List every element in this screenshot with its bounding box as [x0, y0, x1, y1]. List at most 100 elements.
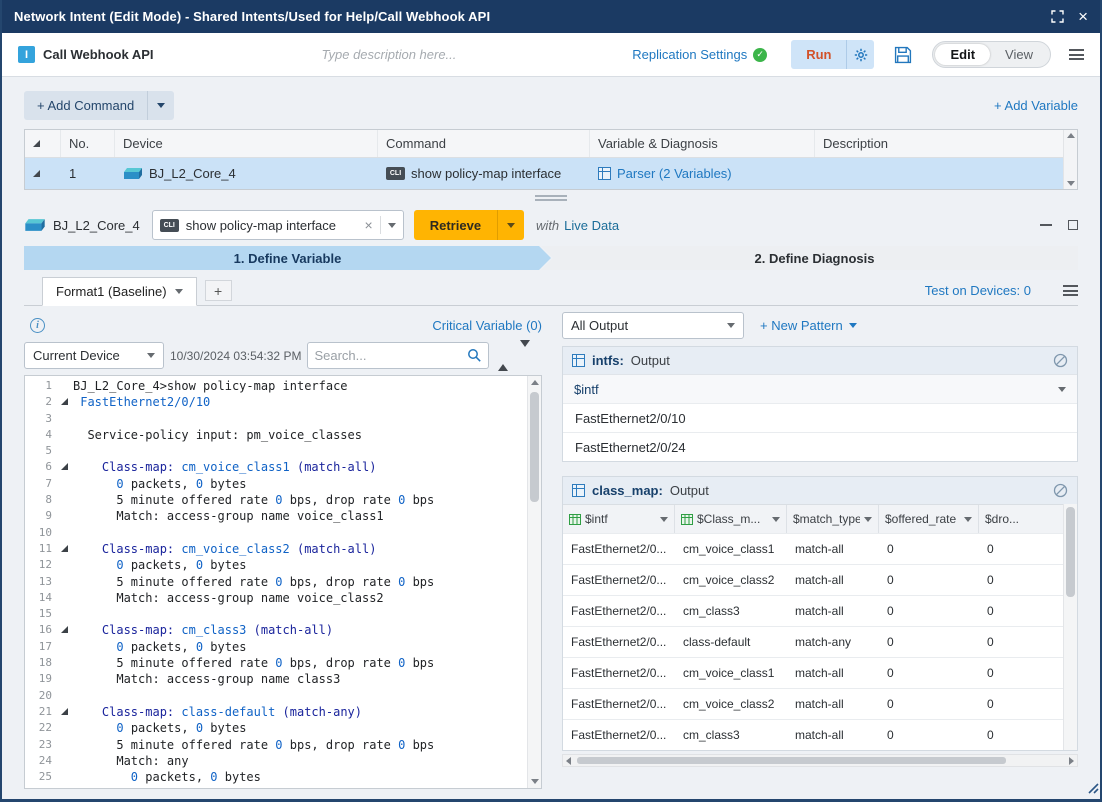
step-define-variable[interactable]: 1. Define Variable [24, 246, 551, 270]
code-line: 7 0 packets, 0 bytes [25, 476, 527, 492]
code-vertical-scrollbar[interactable] [527, 376, 541, 788]
scrollbar-thumb[interactable] [530, 392, 539, 502]
test-on-devices-link[interactable]: Test on Devices: 0 [925, 283, 1031, 298]
run-button-label[interactable]: Run [791, 47, 846, 62]
class-map-cell: match-all [787, 658, 879, 688]
fold-toggle-icon[interactable] [59, 704, 73, 720]
close-icon[interactable]: × [1078, 8, 1088, 25]
retrieve-label[interactable]: Retrieve [414, 210, 497, 240]
collapse-row-icon[interactable] [33, 170, 40, 177]
scroll-left-icon[interactable] [566, 757, 571, 765]
save-icon[interactable] [894, 46, 912, 64]
step-define-diagnosis[interactable]: 2. Define Diagnosis [541, 246, 1078, 270]
class-map-row[interactable]: FastEthernet2/0...cm_class3match-all00 [563, 595, 1063, 626]
column-header-class-map[interactable]: $Class_m... [675, 505, 787, 533]
scroll-up-icon[interactable] [531, 380, 539, 385]
class-map-row[interactable]: FastEthernet2/0...cm_voice_class1match-a… [563, 657, 1063, 688]
tab-format1-baseline[interactable]: Format1 (Baseline) [42, 277, 197, 306]
scroll-right-icon[interactable] [1069, 757, 1074, 765]
add-command-label[interactable]: + Add Command [24, 98, 147, 113]
scroll-up-icon[interactable] [1067, 133, 1075, 138]
circle-slash-icon[interactable] [1053, 353, 1068, 368]
chevron-down-icon[interactable] [727, 323, 735, 328]
chevron-down-icon[interactable] [147, 91, 174, 120]
scrollbar-thumb[interactable] [1066, 507, 1075, 597]
column-header-drop-rate[interactable]: $dro... [979, 505, 1063, 533]
critical-variable-link[interactable]: Critical Variable (0) [432, 318, 542, 333]
window-resize-grip[interactable] [1087, 781, 1099, 799]
line-number: 1 [25, 378, 59, 394]
output-filter-dropdown[interactable]: All Output [562, 312, 744, 339]
class-map-row[interactable]: FastEthernet2/0...cm_voice_class2match-a… [563, 564, 1063, 595]
view-mode-button[interactable]: View [990, 44, 1048, 65]
scroll-down-icon[interactable] [531, 779, 539, 784]
chevron-down-icon[interactable] [964, 517, 972, 522]
collapse-all-icon[interactable] [33, 140, 40, 147]
intf-group-row[interactable]: $intf [563, 374, 1077, 403]
chevron-down-icon[interactable] [849, 323, 857, 328]
fold-toggle-icon[interactable] [59, 541, 73, 557]
chevron-down-icon[interactable] [772, 517, 780, 522]
search-input[interactable] [314, 348, 467, 363]
class-map-row[interactable]: FastEthernet2/0...cm_voice_class2match-a… [563, 688, 1063, 719]
header-variable: Variable & Diagnosis [590, 130, 815, 157]
menu-icon[interactable] [1063, 285, 1078, 296]
device-selector-dropdown[interactable]: Current Device [24, 342, 164, 369]
code-line: 25 0 packets, 0 bytes [25, 769, 527, 785]
class-map-cell: 0 [979, 565, 1063, 595]
chevron-down-icon[interactable] [388, 223, 396, 228]
row-parser-link[interactable]: Parser (2 Variables) [617, 166, 732, 181]
chevron-down-icon[interactable] [660, 517, 668, 522]
clear-icon[interactable]: × [365, 218, 373, 232]
chevron-down-icon[interactable] [1058, 387, 1066, 392]
scroll-down-icon[interactable] [1067, 181, 1075, 186]
menu-icon[interactable] [1069, 49, 1084, 60]
minimize-panel-icon[interactable] [1040, 224, 1052, 226]
fold-toggle-icon[interactable] [59, 622, 73, 638]
new-pattern-label[interactable]: + New Pattern [760, 318, 843, 333]
command-dropdown[interactable]: CLI show policy-map interface × [152, 210, 404, 240]
add-command-button[interactable]: + Add Command [24, 91, 174, 120]
replication-settings-link[interactable]: Replication Settings [632, 47, 747, 62]
column-header-intf[interactable]: $intf [563, 505, 675, 533]
horizontal-scrollbar[interactable] [562, 754, 1078, 767]
chevron-down-icon[interactable] [147, 353, 155, 358]
next-match-button[interactable] [517, 344, 533, 368]
chevron-down-icon[interactable] [864, 517, 872, 522]
code-text: 0 packets, 0 bytes [73, 720, 246, 736]
search-box[interactable] [307, 342, 489, 369]
description-placeholder[interactable]: Type description here... [322, 47, 457, 62]
command-table-row[interactable]: 1 BJ_L2_Core_4 CLI show policy-map inter… [25, 158, 1077, 189]
fold-toggle-icon[interactable] [59, 459, 73, 475]
gear-icon[interactable] [846, 40, 874, 69]
intf-value-row[interactable]: FastEthernet2/0/10 [563, 403, 1077, 432]
previous-match-button[interactable] [495, 344, 511, 368]
fold-toggle-icon[interactable] [59, 394, 73, 410]
column-header-offered-rate[interactable]: $offered_rate [879, 505, 979, 533]
add-variable-link[interactable]: + Add Variable [994, 98, 1078, 113]
circle-slash-icon[interactable] [1053, 483, 1068, 498]
column-header-match-type[interactable]: $match_type [787, 505, 879, 533]
command-table-scrollbar[interactable] [1063, 130, 1077, 189]
new-pattern-link[interactable]: + New Pattern [760, 318, 857, 333]
chevron-down-icon[interactable] [175, 289, 183, 294]
maximize-panel-icon[interactable] [1068, 220, 1078, 230]
add-format-tab-button[interactable]: + [205, 280, 232, 301]
intf-value-row[interactable]: FastEthernet2/0/24 [563, 432, 1077, 461]
scrollbar-thumb[interactable] [577, 757, 1006, 764]
run-button[interactable]: Run [791, 40, 874, 69]
class-map-row[interactable]: FastEthernet2/0...class-defaultmatch-any… [563, 626, 1063, 657]
live-data-link[interactable]: Live Data [564, 218, 619, 233]
expand-icon[interactable] [1051, 10, 1064, 23]
info-icon[interactable]: i [30, 318, 45, 333]
line-number: 22 [25, 720, 59, 736]
class-map-cell: 0 [879, 658, 979, 688]
horizontal-splitter[interactable] [24, 190, 1078, 206]
edit-mode-button[interactable]: Edit [935, 44, 990, 65]
class-map-row[interactable]: FastEthernet2/0...cm_class3match-all00 [563, 719, 1063, 750]
fold-spacer [59, 606, 73, 622]
class-map-row[interactable]: FastEthernet2/0...cm_voice_class1match-a… [563, 533, 1063, 564]
chevron-down-icon[interactable] [497, 210, 524, 240]
retrieve-button[interactable]: Retrieve [414, 210, 524, 240]
class-map-vertical-scrollbar[interactable] [1063, 504, 1077, 750]
